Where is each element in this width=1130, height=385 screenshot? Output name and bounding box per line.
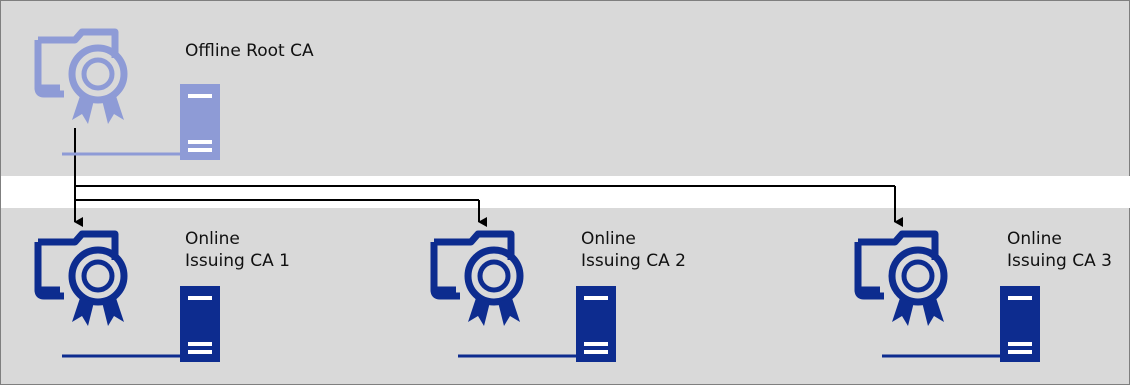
- issuing-ca-1-line2: Issuing CA 1: [185, 251, 290, 271]
- issuing-ca-3-line2: Issuing CA 3: [1007, 251, 1112, 271]
- issuing-ca-3-label: Online Issuing CA 3: [1007, 228, 1112, 272]
- issuing-ca-2-line2: Issuing CA 2: [581, 251, 686, 271]
- pki-hierarchy-diagram: [0, 0, 1130, 385]
- issuing-ca-2-line1: Online: [581, 229, 636, 249]
- issuing-ca-1-line1: Online: [185, 229, 240, 249]
- issuing-ca-2-label: Online Issuing CA 2: [581, 228, 686, 272]
- root-ca-label: Offline Root CA: [185, 41, 314, 61]
- issuing-ca-3-line1: Online: [1007, 229, 1062, 249]
- issuing-ca-1-label: Online Issuing CA 1: [185, 228, 290, 272]
